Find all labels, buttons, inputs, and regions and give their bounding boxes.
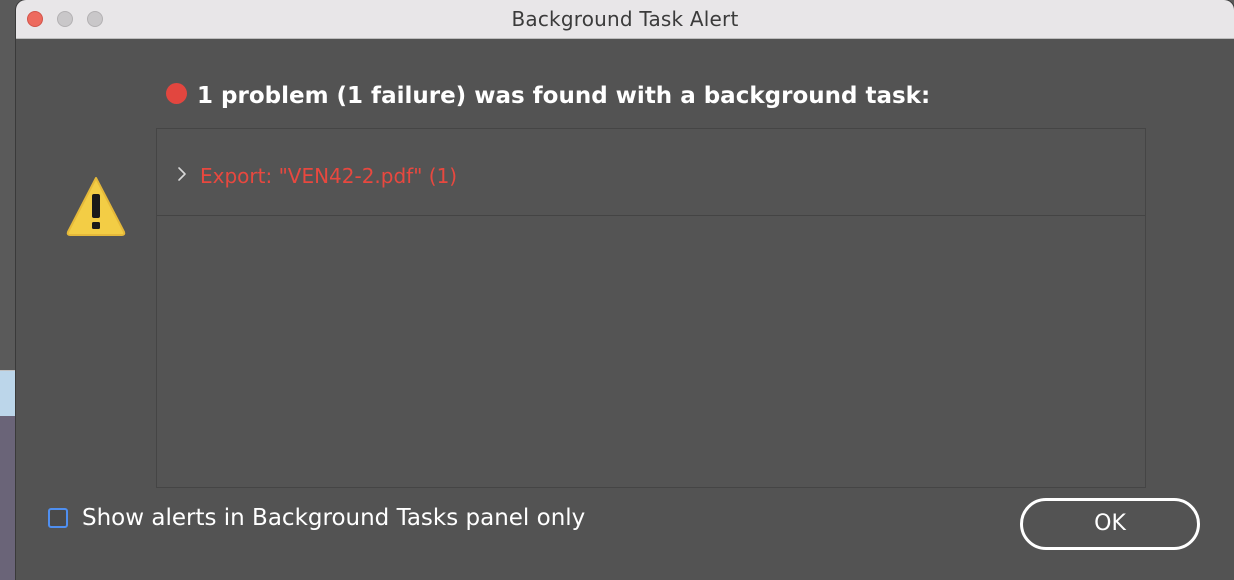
window-title: Background Task Alert	[511, 7, 739, 31]
ok-button[interactable]: OK	[1020, 498, 1200, 550]
checkbox-label: Show alerts in Background Tasks panel on…	[82, 505, 586, 531]
alerts-panel-only-checkbox[interactable]	[48, 508, 68, 528]
failure-status-dot	[166, 82, 187, 104]
alert-heading-row: 1 problem (1 failure) was found with a b…	[166, 80, 930, 112]
title-bar: Background Task Alert	[16, 0, 1234, 39]
alerts-panel-only-option[interactable]: Show alerts in Background Tasks panel on…	[48, 505, 585, 531]
alert-heading: 1 problem (1 failure) was found with a b…	[197, 83, 931, 109]
task-list-item[interactable]: Export: "VEN42-2.pdf" (1)	[157, 129, 1145, 216]
task-list: Export: "VEN42-2.pdf" (1)	[156, 128, 1146, 488]
warning-triangle-icon	[66, 177, 126, 236]
alert-dialog: Background Task Alert 1 problem (1 failu…	[16, 0, 1234, 580]
disclosure-chevron-icon[interactable]	[175, 165, 189, 183]
task-label: Export: "VEN42-2.pdf" (1)	[200, 164, 458, 188]
